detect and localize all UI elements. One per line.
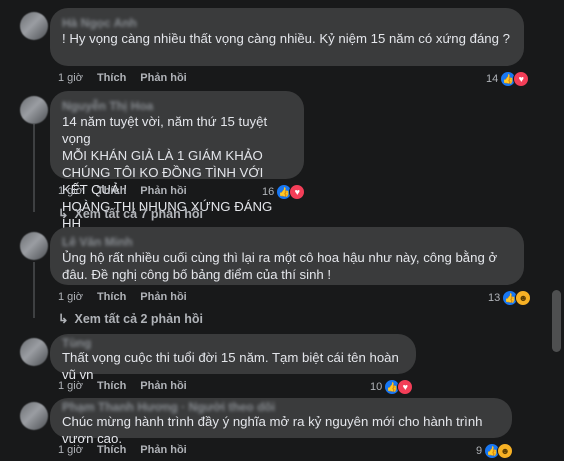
- view-replies-label: Xem tất cả 2 phản hồi: [74, 311, 203, 326]
- reaction-count: 13: [488, 292, 501, 304]
- comment-text: Ủng hộ rất nhiều cuối cùng thì lại ra mộ…: [62, 250, 498, 282]
- like-button[interactable]: Thích: [97, 185, 126, 197]
- like-button[interactable]: Thích: [97, 444, 126, 456]
- comment-text: Thất vọng cuộc thi tuổi đời 15 năm. Tạm …: [62, 350, 399, 382]
- view-replies-link[interactable]: ↳ Xem tất cả 7 phản hồi: [58, 206, 203, 222]
- comment-text: Chúc mừng hành trình đầy ý nghĩa mở ra k…: [62, 414, 483, 446]
- avatar[interactable]: [20, 402, 48, 430]
- love-icon: ♥: [513, 71, 530, 87]
- comment-text: ! Hy vọng càng nhiều thất vọng càng nhiề…: [62, 31, 510, 46]
- reply-button[interactable]: Phản hồi: [140, 72, 186, 84]
- view-replies-label: Xem tất cả 7 phản hồi: [74, 206, 203, 221]
- avatar[interactable]: [20, 338, 48, 366]
- reaction-summary[interactable]: 16 👍 ♥: [262, 184, 306, 200]
- comment-author[interactable]: Phạm Thanh Hương · Người theo dõi: [62, 401, 500, 413]
- avatar[interactable]: [20, 232, 48, 260]
- love-icon: ♥: [289, 184, 306, 200]
- reaction-summary[interactable]: 14 👍 ♥: [486, 71, 530, 87]
- comment-bubble: Lê Văn Minh Ủng hộ rất nhiều cuối cùng t…: [50, 227, 524, 285]
- comment-author[interactable]: Lê Văn Minh: [62, 235, 512, 249]
- reply-button[interactable]: Phản hồi: [140, 291, 186, 303]
- reaction-count: 10: [370, 381, 383, 393]
- reaction-count: 14: [486, 73, 499, 85]
- avatar[interactable]: [20, 96, 48, 124]
- avatar[interactable]: [20, 12, 48, 40]
- reaction-count: 16: [262, 186, 275, 198]
- reply-arrow-icon: ↳: [58, 207, 69, 221]
- comment-time[interactable]: 1 giờ: [58, 380, 83, 392]
- comment-time[interactable]: 1 giờ: [58, 185, 83, 197]
- reply-arrow-icon: ↳: [58, 312, 69, 326]
- comment-author[interactable]: Tùng: [62, 337, 404, 349]
- reaction-summary[interactable]: 10 👍 ♥: [370, 379, 414, 395]
- love-icon: ♥: [397, 379, 414, 395]
- scrollbar-thumb[interactable]: [552, 290, 561, 352]
- reply-button[interactable]: Phản hồi: [140, 444, 186, 456]
- scrollbar[interactable]: [552, 0, 561, 461]
- comment-bubble: Hà Ngọc Anh ! Hy vọng càng nhiều thất vọ…: [50, 8, 524, 66]
- thread-line: [33, 124, 35, 212]
- comment-bubble: Nguyễn Thị Hoa 14 năm tuyệt vời, năm thứ…: [50, 91, 304, 231]
- reaction-count: 9: [476, 445, 483, 457]
- comment-time[interactable]: 1 giờ: [58, 72, 83, 84]
- comment-time[interactable]: 1 giờ: [58, 291, 83, 303]
- comment-time[interactable]: 1 giờ: [58, 444, 83, 456]
- reaction-summary[interactable]: 9 👍 ☻: [476, 443, 514, 459]
- reply-button[interactable]: Phản hồi: [140, 380, 186, 392]
- comment-bubble: Tùng Thất vọng cuộc thi tuổi đời 15 năm.…: [50, 334, 416, 382]
- haha-icon: ☻: [497, 443, 514, 459]
- thread-line: [33, 262, 35, 318]
- reaction-summary[interactable]: 13 👍 ☻: [488, 290, 532, 306]
- reply-button[interactable]: Phản hồi: [140, 185, 186, 197]
- like-button[interactable]: Thích: [97, 72, 126, 84]
- like-button[interactable]: Thích: [97, 380, 126, 392]
- haha-icon: ☻: [515, 290, 532, 306]
- comment-author[interactable]: Hà Ngọc Anh: [62, 16, 512, 30]
- view-replies-link[interactable]: ↳ Xem tất cả 2 phản hồi: [58, 311, 203, 327]
- like-button[interactable]: Thích: [97, 291, 126, 303]
- comment-author[interactable]: Nguyễn Thị Hoa: [62, 99, 292, 113]
- comment-bubble: Phạm Thanh Hương · Người theo dõi Chúc m…: [50, 398, 512, 446]
